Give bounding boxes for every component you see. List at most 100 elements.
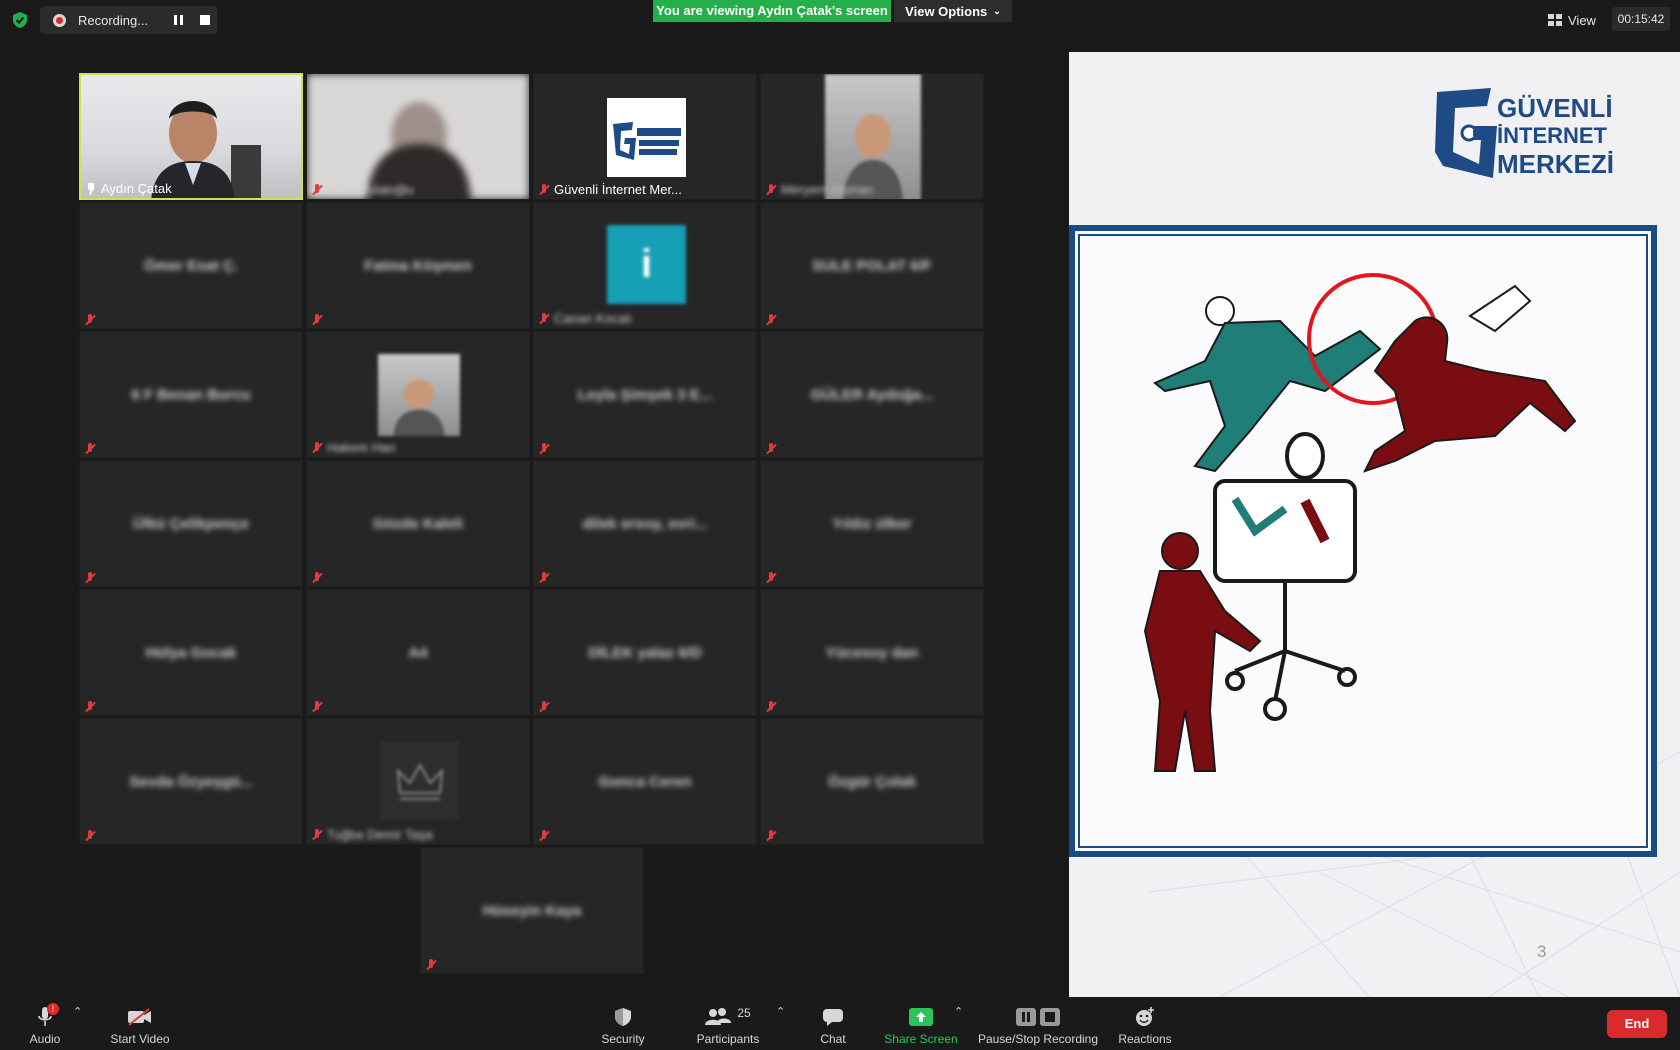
participant-name: Meryem Duman [781,182,874,197]
audio-button[interactable]: ! Audio [20,997,70,1050]
participant-name: A4 [408,644,428,661]
participant-status [538,701,550,713]
participant-tile[interactable]: i Canan Kocalı [533,202,757,329]
participant-status [311,701,323,713]
pause-stop-recording-button[interactable]: Pause/Stop Recording [976,997,1100,1050]
participant-tile[interactable]: Sevda Özyeşgü... [79,718,303,845]
logo-line-3: MERKEZİ [1497,149,1614,179]
participant-status [765,830,777,842]
participant-tile[interactable]: Ayşe Pulatoğlu [306,73,530,200]
participant-name: Özgür Çolak [827,773,917,790]
participant-status [765,701,777,713]
participant-tile[interactable]: Gözde Kaleli [306,460,530,587]
participant-tile[interactable]: Leyla Şimşek 3 E... [533,331,757,458]
share-screen-options-caret-icon[interactable]: ⌃ [954,1005,964,1018]
pause-recording-icon[interactable] [174,15,184,25]
participant-label: Canan Kocalı [538,311,632,326]
participant-tile[interactable]: Meryem Duman [760,73,984,200]
reactions-button[interactable]: Reactions [1115,997,1175,1050]
participant-status [311,314,323,326]
view-button[interactable]: View [1548,8,1608,32]
pause-icon [1016,1008,1036,1026]
participant-logo-thumbnail [607,98,686,177]
participant-tile[interactable]: dilek ersoy, evri... [533,460,757,587]
participant-tile[interactable]: Güvenli İnternet Mer... [533,73,757,200]
participant-tile[interactable]: Hakem Han [306,331,530,458]
view-options-button[interactable]: View Options ⌄ [894,0,1012,22]
participant-tile[interactable]: SULE POLAT 6/F [760,202,984,329]
participant-tile[interactable]: Gonca Ceren [533,718,757,845]
participant-tile[interactable]: Fatma Köşmen [306,202,530,329]
participant-status [311,572,323,584]
muted-microphone-icon [765,830,777,842]
audio-options-caret-icon[interactable]: ⌃ [73,1005,83,1018]
muted-microphone-icon [84,701,96,713]
participant-name: Ömer Esat Ç. [143,257,239,274]
participant-tile[interactable]: Hüseyin Kaya [420,847,644,974]
start-video-button[interactable]: Start Video [105,997,175,1050]
muted-microphone-icon [765,443,777,455]
share-screen-button[interactable]: Share Screen [884,997,958,1050]
security-label: Security [601,1032,645,1046]
muted-microphone-icon [538,572,550,584]
audio-warning-badge: ! [47,1003,59,1015]
participant-status [84,314,96,326]
muted-microphone-icon [538,312,550,325]
participant-name: DİLEK yalaz 6/D [588,644,702,661]
muted-microphone-icon [84,443,96,455]
muted-microphone-icon [84,572,96,584]
security-button[interactable]: Security [595,997,651,1050]
participants-count: 25 [737,1006,751,1020]
participant-tile[interactable]: Yücesoy dan [760,589,984,716]
participant-tile[interactable]: Ömer Esat Ç. [79,202,303,329]
participant-tile[interactable]: DİLEK yalaz 6/D [533,589,757,716]
participant-name: Sevda Özyeşgü... [129,773,253,790]
end-meeting-button[interactable]: End [1607,1010,1667,1038]
participant-status [84,830,96,842]
participant-status [538,572,550,584]
participant-tile[interactable]: 6 F Benan Burcu [79,331,303,458]
participant-video [81,75,301,198]
muted-microphone-icon [538,443,550,455]
participant-status [84,443,96,455]
stop-recording-icon[interactable] [200,15,210,25]
participant-name: dilek ersoy, evri... [582,515,708,532]
record-icon [53,13,66,27]
participant-name: Yıldız ülker [832,515,912,532]
participant-tile[interactable]: Aydın Çatak [79,73,303,200]
shield-icon[interactable] [11,11,29,29]
participant-tile[interactable]: GÜLER Aydoğa... [760,331,984,458]
participant-name: Gonca Ceren [598,773,692,790]
muted-microphone-icon [311,183,323,196]
participant-name: SULE POLAT 6/F [812,257,932,274]
participant-name: Yücesoy dan [825,644,919,661]
participant-name: Hakem Han [327,440,396,455]
participant-status [425,959,437,971]
participant-tile[interactable]: Tuğba Demir Taşa [306,718,530,845]
participant-tile[interactable]: Yıldız ülker [760,460,984,587]
participant-tile[interactable]: Ülkü Çelikpençe [79,460,303,587]
top-bar: Recording... You are viewing Aydın Çatak… [0,0,1680,50]
shield-icon [615,1008,631,1026]
participant-tile[interactable]: Özgür Çolak [760,718,984,845]
participant-name: Leyla Şimşek 3 E... [577,386,713,403]
reactions-label: Reactions [1118,1032,1172,1046]
participant-status [765,314,777,326]
start-video-label: Start Video [110,1032,170,1046]
participant-label: Tuğba Demir Taşa [311,827,433,842]
participants-icon [705,1008,732,1025]
guvenli-internet-logo: GÜVENLİ İNTERNET MERKEZİ [1429,82,1629,192]
participant-avatar [380,741,459,820]
participant-name: 6 F Benan Burcu [131,386,251,403]
participant-tile[interactable]: A4 [306,589,530,716]
participant-name: Ayşe Pulatoğlu [327,182,414,197]
participants-options-caret-icon[interactable]: ⌃ [776,1005,786,1018]
participants-button[interactable]: 25 Participants [693,997,763,1050]
participant-tile[interactable]: Hülya Gocak [79,589,303,716]
shared-screen: GÜVENLİ İNTERNET MERKEZİ 3 [1069,52,1680,997]
chat-button[interactable]: Chat [813,997,853,1050]
muted-microphone-icon [84,830,96,842]
meeting-timer: 00:15:42 [1612,7,1670,31]
muted-microphone-icon [765,314,777,326]
muted-microphone-icon [765,572,777,584]
